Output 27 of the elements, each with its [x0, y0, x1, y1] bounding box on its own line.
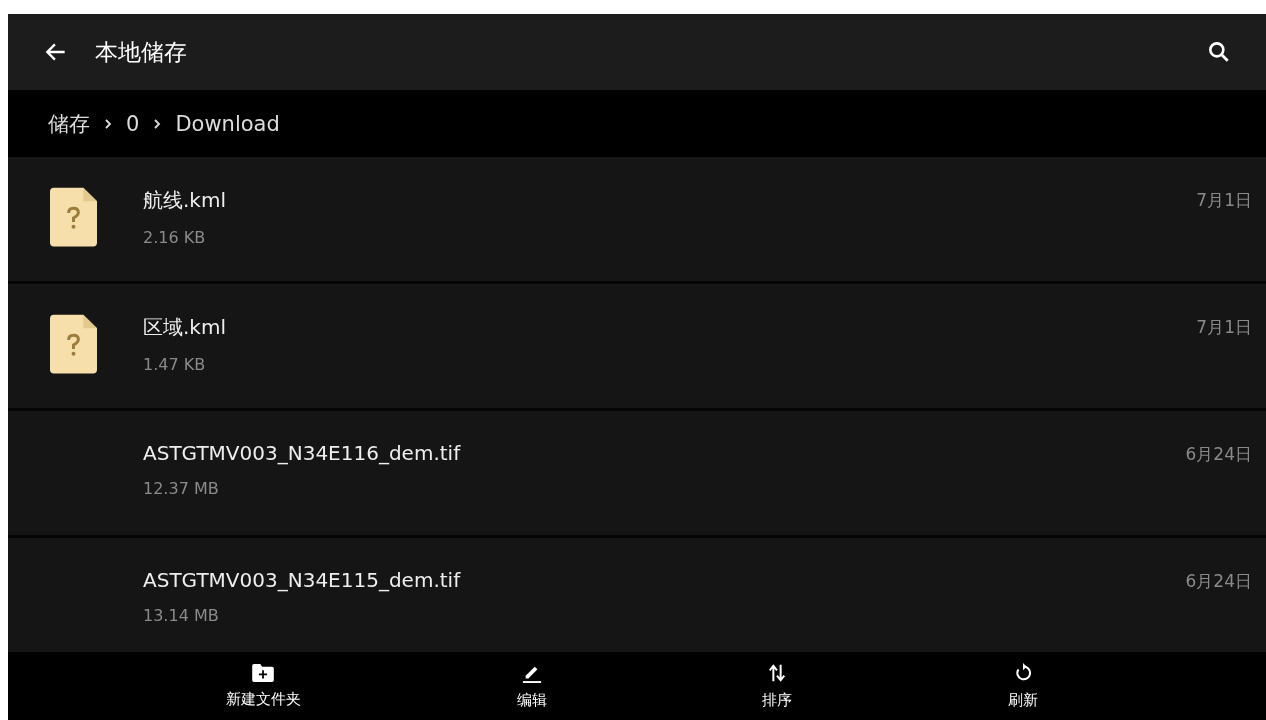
file-date: 7月1日 — [1196, 316, 1253, 339]
file-name: 航线.kml — [143, 187, 226, 214]
breadcrumb-item[interactable]: 0 — [126, 111, 140, 136]
chevron-icon — [153, 117, 162, 130]
file-size: 2.16 KB — [143, 228, 207, 247]
add-folder-icon — [252, 663, 275, 682]
file-size: 1.47 KB — [143, 355, 207, 374]
file-date: 6月24日 — [1185, 570, 1253, 593]
new-folder-button[interactable]: 新建文件夹 — [217, 652, 309, 720]
file-date: 7月1日 — [1196, 189, 1253, 212]
file-date: 6月24日 — [1185, 443, 1253, 466]
file-name: ASTGTMV003_N34E116_dem.tif — [143, 441, 461, 465]
window-title: 本地储存 — [95, 37, 188, 67]
edit-button[interactable]: 编辑 — [508, 652, 555, 720]
unknown-file-icon — [50, 187, 97, 247]
file-name: 区域.kml — [143, 314, 226, 341]
file-size: 13.14 MB — [143, 606, 220, 625]
sort-arrows-icon — [767, 662, 788, 683]
file-name: ASTGTMV003_N34E115_dem.tif — [143, 568, 461, 592]
refresh-button[interactable]: 刷新 — [1000, 652, 1047, 720]
refresh-icon — [1013, 662, 1034, 683]
chevron-icon — [104, 117, 112, 130]
unknown-file-icon — [50, 314, 97, 374]
breadcrumb-item[interactable]: 储存 — [48, 109, 90, 138]
file-size: 12.37 MB — [143, 479, 220, 498]
sort-button[interactable]: 排序 — [754, 652, 801, 720]
breadcrumb-item[interactable]: Download — [175, 111, 280, 136]
